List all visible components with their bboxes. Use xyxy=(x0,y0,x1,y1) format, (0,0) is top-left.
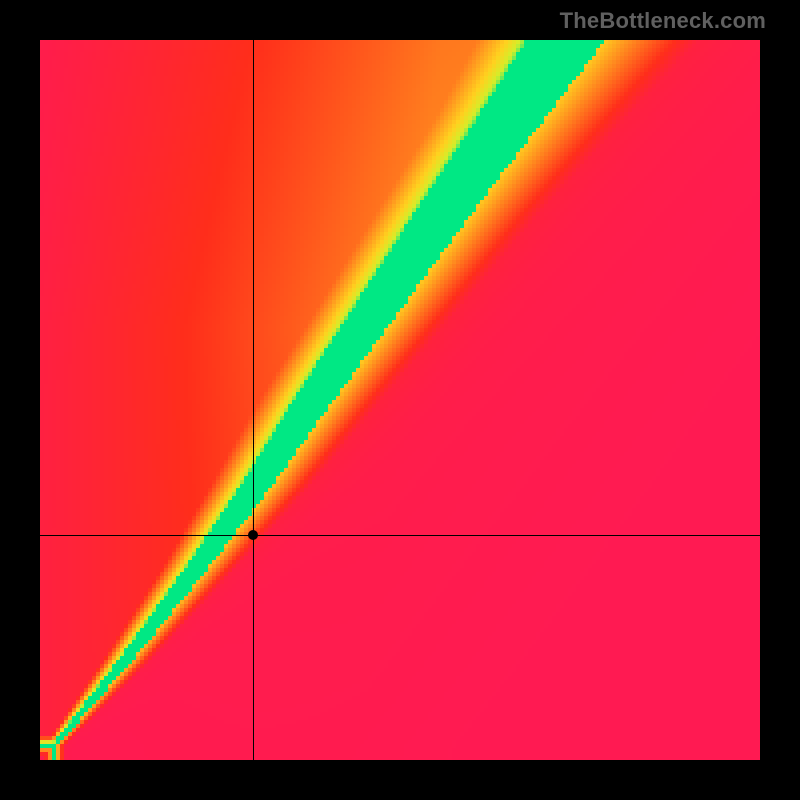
crosshair-vertical xyxy=(253,40,254,760)
crosshair-horizontal xyxy=(40,535,760,536)
heatmap-canvas xyxy=(40,40,760,760)
watermark-label: TheBottleneck.com xyxy=(560,8,766,34)
chart-container: TheBottleneck.com xyxy=(0,0,800,800)
